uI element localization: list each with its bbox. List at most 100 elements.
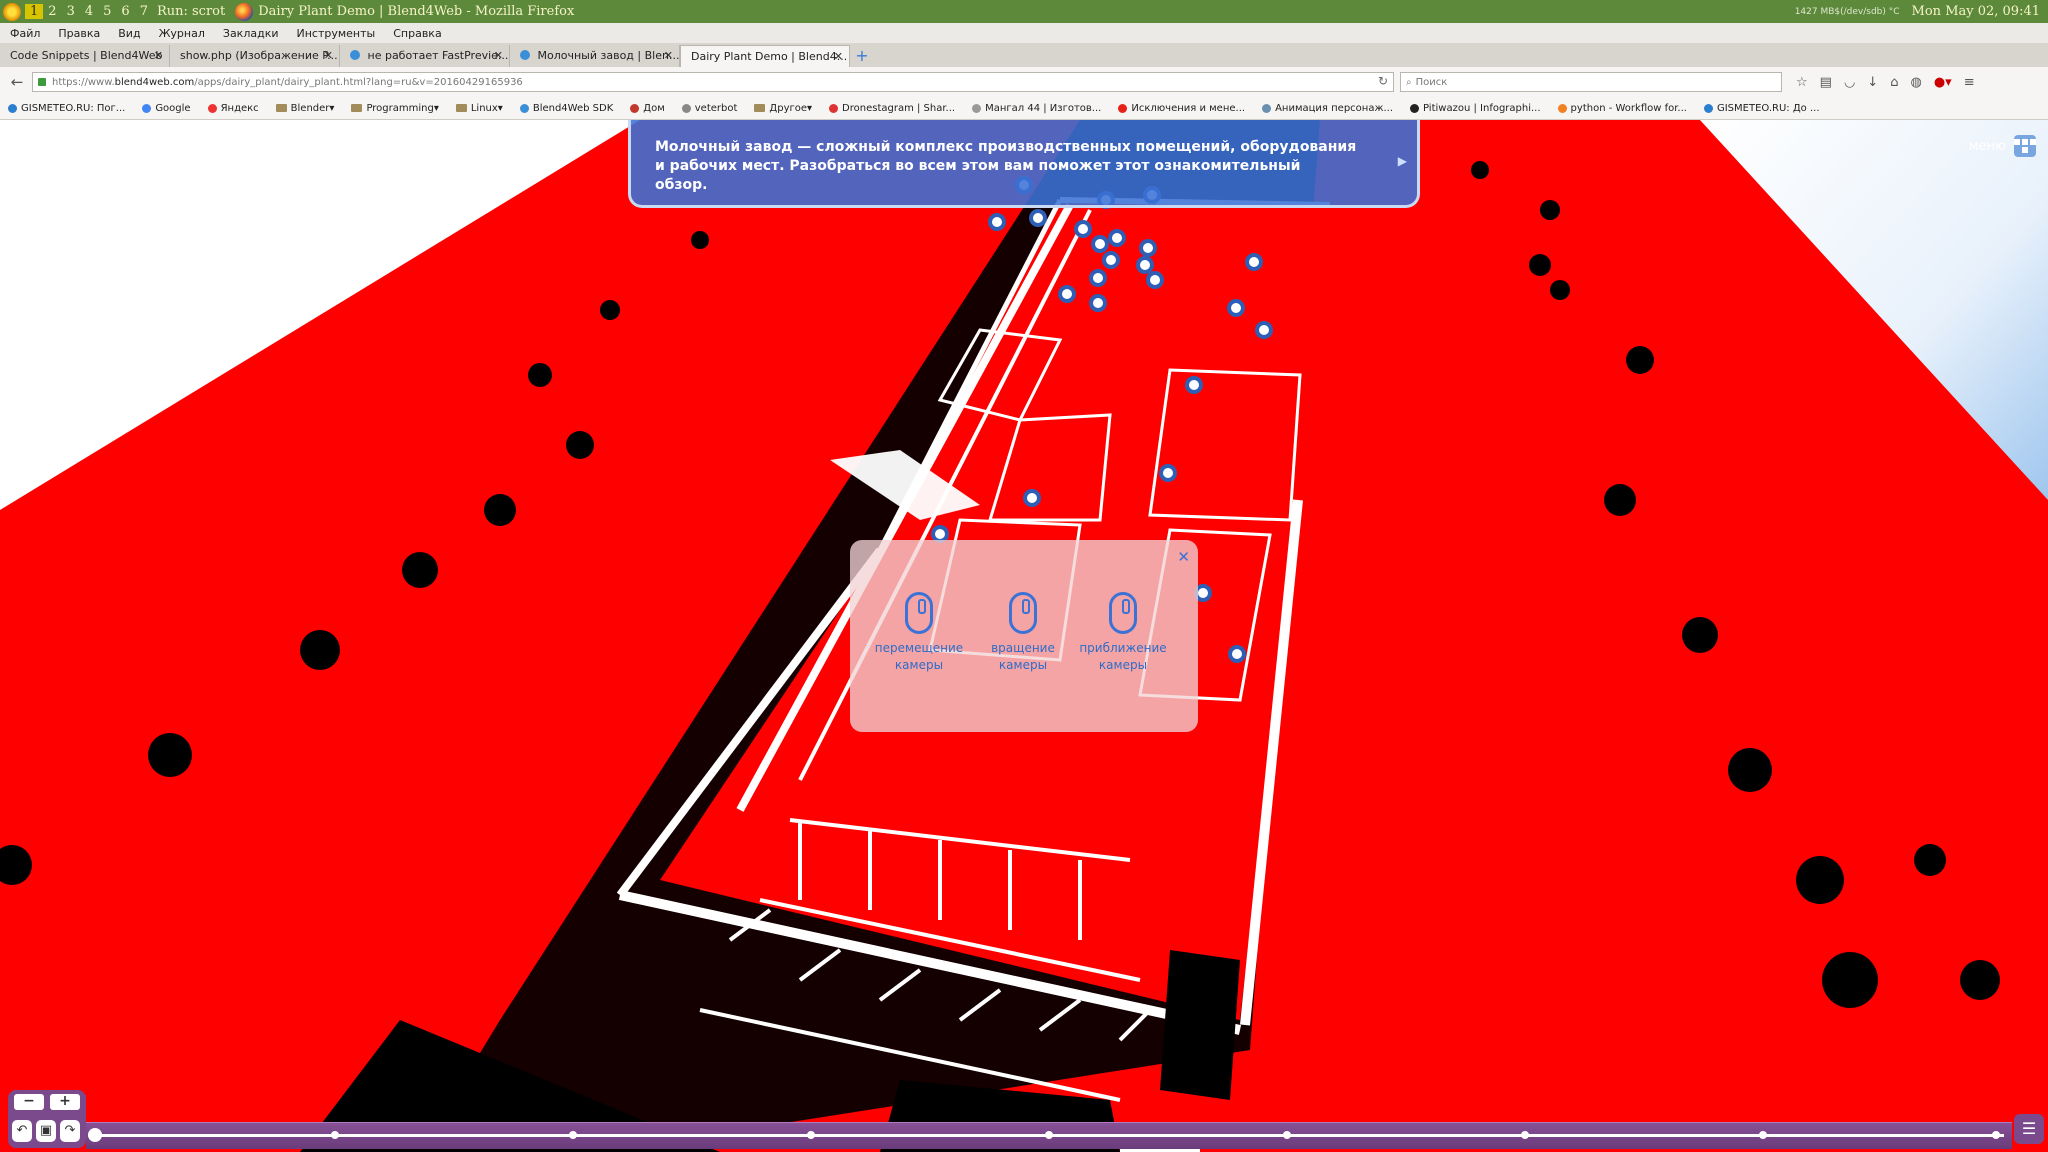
zoom-out-button[interactable]: − (14, 1094, 44, 1110)
timeline-stop[interactable] (331, 1131, 339, 1139)
yandex-icon (207, 103, 217, 113)
address-bar[interactable]: https://www. blend4web.com/apps/dairy_pla… (32, 72, 1394, 92)
menu-bookmarks[interactable]: Закладки (213, 27, 287, 40)
tab-dairy-plant-ru[interactable]: Молочный завод | Blen... ✕ (510, 45, 680, 67)
download-icon[interactable]: ↓ (1867, 75, 1878, 90)
favicon-icon (520, 50, 530, 60)
close-icon[interactable]: ✕ (324, 49, 333, 62)
bookmark-label: Dronestagram | Shar... (842, 102, 956, 114)
bookmark-item[interactable]: GISMETEO.RU: Пог... (0, 103, 134, 114)
workspace-5[interactable]: 5 (98, 4, 116, 19)
bookmark-item[interactable]: GISMETEO.RU: До ... (1696, 103, 1829, 114)
menu-history[interactable]: Журнал (149, 27, 213, 40)
list-icon[interactable]: ☰ (2014, 1114, 2044, 1144)
bookmark-label: GISMETEO.RU: Пог... (21, 102, 126, 114)
back-arrow-icon[interactable]: ← (6, 71, 28, 93)
menu-label: меню (1968, 138, 2006, 154)
video-camera-icon[interactable]: ▣ (36, 1120, 56, 1142)
pocket-icon[interactable]: ◡ (1844, 75, 1855, 90)
search-input[interactable]: ⌕ Поиск (1400, 72, 1782, 92)
menu-edit[interactable]: Правка (48, 27, 108, 40)
timeline-stop[interactable] (1759, 1131, 1767, 1139)
new-tab-icon[interactable]: + (850, 45, 874, 67)
menu-view[interactable]: Вид (108, 27, 148, 40)
home-icon[interactable]: ⌂ (1890, 75, 1898, 90)
app-menu-button[interactable]: меню (1969, 135, 2036, 157)
reload-icon[interactable]: ↻ (1378, 74, 1388, 88)
bookmark-item[interactable]: python - Workflow for... (1550, 103, 1696, 114)
close-icon[interactable]: ✕ (154, 49, 163, 62)
timeline-stop[interactable] (1283, 1131, 1291, 1139)
bookmark-folder[interactable]: Linux▾ (448, 103, 512, 114)
workspace-6[interactable]: 6 (116, 4, 134, 19)
run-prompt[interactable]: Run: scrot (157, 4, 225, 19)
workspace-1[interactable]: 1 (25, 4, 44, 19)
site-icon (1262, 103, 1272, 113)
3d-scene-canvas[interactable]: Молочный завод — сложный комплекс произв… (0, 120, 2048, 1152)
bookmark-item[interactable]: Дом (622, 103, 673, 114)
camera-help-panel: ✕ перемещение камеры вращение камеры при… (850, 540, 1198, 732)
menu-help[interactable]: Справка (383, 27, 449, 40)
menu-file[interactable]: Файл (0, 27, 48, 40)
tab-dairy-plant-demo[interactable]: Dairy Plant Demo | Blend4... ✕ (680, 45, 850, 67)
tab-code-snippets[interactable]: Code Snippets | Blend4Web ✕ (0, 45, 170, 67)
bookmark-item[interactable]: Мангал 44 | Изготов... (964, 103, 1110, 114)
bookmark-item[interactable]: Pitiwazou | Infographi... (1402, 103, 1550, 114)
bookmark-label: Google (155, 102, 191, 114)
tour-timeline[interactable] (86, 1122, 2012, 1149)
close-icon[interactable]: ✕ (664, 49, 673, 62)
workspace-4[interactable]: 4 (80, 4, 98, 19)
bookmark-item[interactable]: Яндекс (200, 103, 268, 114)
blend4web-icon (519, 103, 529, 113)
bookmark-item[interactable]: Blend4Web SDK (512, 103, 622, 114)
favicon-icon (350, 50, 360, 60)
bookmark-folder[interactable]: Blender▾ (268, 103, 344, 114)
close-icon[interactable]: ✕ (494, 49, 503, 62)
menu-bar: Файл Правка Вид Журнал Закладки Инструме… (0, 23, 2048, 44)
bookmark-item[interactable]: Анимация персонаж... (1254, 103, 1402, 114)
chat-icon[interactable]: ◍ (1910, 75, 1921, 90)
zoom-in-button[interactable]: + (50, 1094, 80, 1110)
timeline-stop[interactable] (1045, 1131, 1053, 1139)
workspace-3[interactable]: 3 (62, 4, 80, 19)
bookmark-item[interactable]: Исключения и мене... (1110, 103, 1254, 114)
tab-show-php[interactable]: show.php (Изображение P... ✕ (170, 45, 340, 67)
tab-fastpreview[interactable]: не работает FastPrevie... ✕ (340, 45, 510, 67)
rotate-right-icon[interactable]: ↷ (60, 1120, 80, 1142)
close-icon[interactable]: ✕ (1177, 548, 1190, 566)
rotate-left-icon[interactable]: ↶ (12, 1120, 32, 1142)
clipboard-icon[interactable]: ▤ (1820, 75, 1832, 90)
chevron-right-icon[interactable]: ▶ (1398, 152, 1407, 171)
timeline-stop[interactable] (1992, 1131, 2000, 1139)
bookmark-star-icon[interactable]: ☆ (1796, 75, 1808, 90)
navigation-bar: ← https://www. blend4web.com/apps/dairy_p… (0, 67, 2048, 97)
pinterest-icon (630, 103, 640, 113)
timeline-stop[interactable] (807, 1131, 815, 1139)
bookmark-item[interactable]: Google (134, 103, 199, 114)
bookmark-label: Исключения и мене... (1131, 102, 1246, 114)
workspace-2[interactable]: 2 (43, 4, 61, 19)
menu-tools[interactable]: Инструменты (287, 27, 384, 40)
intro-hint-panel[interactable]: Молочный завод — сложный комплекс произв… (628, 120, 1420, 208)
timeline-stop[interactable] (569, 1131, 577, 1139)
bookmark-folder[interactable]: Programming▾ (343, 103, 447, 114)
timeline-stop[interactable] (1521, 1131, 1529, 1139)
wm-logo-icon[interactable] (3, 2, 21, 21)
close-icon[interactable]: ✕ (834, 50, 843, 63)
bookmark-label: Анимация персонаж... (1275, 102, 1393, 114)
hamburger-menu-icon[interactable]: ≡ (1964, 75, 1975, 90)
bookmark-item[interactable]: veterbot (674, 103, 747, 114)
help-zoom-label: приближение камеры (1079, 641, 1167, 672)
timeline-handle[interactable] (88, 1128, 102, 1142)
bookmark-item[interactable]: Dronestagram | Shar... (821, 103, 964, 114)
intro-hint-text: Молочный завод — сложный комплекс произв… (655, 139, 1357, 193)
workspace-7[interactable]: 7 (135, 4, 153, 19)
globe-icon (681, 103, 691, 113)
window-manager-bar: 1 2 3 4 5 6 7 Run: scrot Dairy Plant Dem… (0, 0, 2048, 23)
help-rotate-label: вращение камеры (991, 641, 1055, 672)
google-icon (142, 103, 152, 113)
url-path: /apps/dairy_plant/dairy_plant.html?lang=… (194, 76, 523, 88)
bookmark-folder[interactable]: Другое▾ (746, 103, 821, 114)
adblock-icon[interactable]: ●▾ (1934, 75, 1952, 90)
p-icon (1410, 103, 1419, 113)
